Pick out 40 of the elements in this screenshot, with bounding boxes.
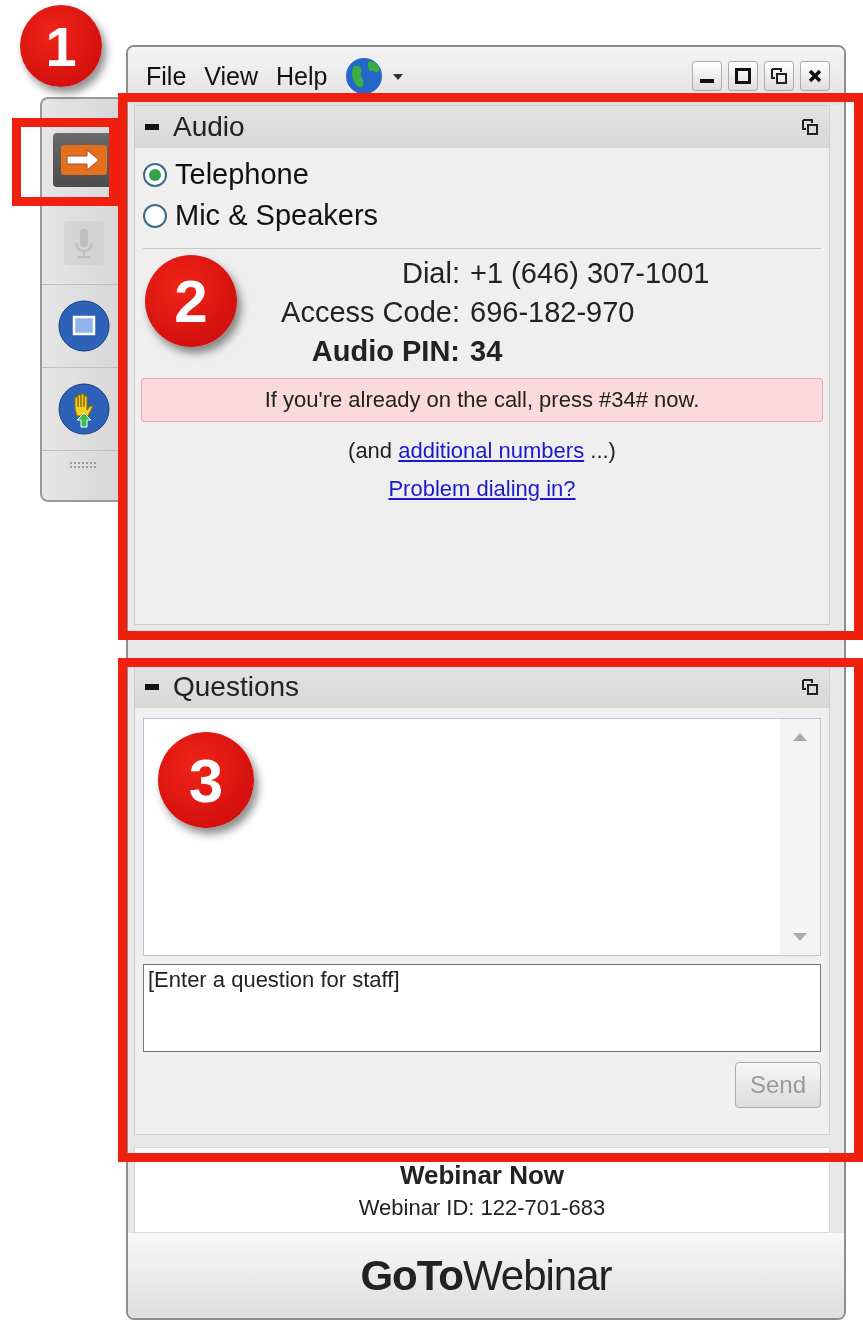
webinar-title: Webinar Now bbox=[399, 1159, 565, 1191]
additional-numbers-link[interactable]: additional numbers bbox=[398, 438, 585, 463]
minimize-button[interactable] bbox=[692, 61, 722, 91]
menu-item[interactable]: Help bbox=[276, 61, 328, 91]
radio-option[interactable]: Telephone bbox=[135, 154, 829, 195]
problem-dialing-link[interactable]: Problem dialing in? bbox=[388, 476, 576, 502]
maximize-icon bbox=[735, 68, 751, 84]
menu-item[interactable]: File bbox=[146, 61, 187, 91]
detail-label: Dial: bbox=[402, 257, 460, 290]
maximize-button[interactable] bbox=[728, 61, 758, 91]
additional-numbers-text: (and additional numbers ...) bbox=[347, 438, 617, 464]
step-number: 1 bbox=[20, 5, 102, 87]
minimize-icon bbox=[700, 79, 714, 83]
detail-value: 696-182-970 bbox=[470, 296, 636, 329]
webinar-id: Webinar ID: 122-701-683 bbox=[358, 1194, 606, 1221]
logo: GoToWebinar bbox=[360, 1251, 612, 1300]
popout-icon bbox=[801, 118, 819, 136]
detail-value: +1 (646) 307-1001 bbox=[470, 257, 711, 290]
question-input[interactable]: [Enter a question for staff] bbox=[143, 964, 821, 1052]
grip-icon[interactable] bbox=[69, 461, 99, 469]
popout-icon bbox=[770, 67, 788, 85]
panel-title: Audio bbox=[173, 111, 245, 143]
raise-hand-icon bbox=[58, 383, 110, 435]
popout-button[interactable] bbox=[801, 118, 819, 136]
detail-value: 34 bbox=[470, 335, 504, 368]
close-icon bbox=[808, 69, 822, 83]
radio-button[interactable] bbox=[143, 162, 167, 187]
close-button[interactable] bbox=[800, 61, 830, 91]
alert-message: If you're already on the call, press #34# now. bbox=[141, 378, 823, 422]
microphone-icon bbox=[64, 221, 104, 265]
menu-item[interactable]: View bbox=[204, 61, 259, 91]
popout-icon bbox=[801, 678, 819, 696]
restore-button[interactable] bbox=[764, 61, 794, 91]
popout-button[interactable] bbox=[801, 678, 819, 696]
radio-option[interactable]: Mic & Speakers bbox=[135, 195, 829, 236]
detail-label: Access Code: bbox=[281, 296, 460, 329]
panel-title: Questions bbox=[173, 671, 300, 703]
screen-icon bbox=[58, 300, 110, 352]
detail-label: Audio PIN: bbox=[311, 335, 460, 368]
radio-button[interactable] bbox=[143, 203, 167, 228]
